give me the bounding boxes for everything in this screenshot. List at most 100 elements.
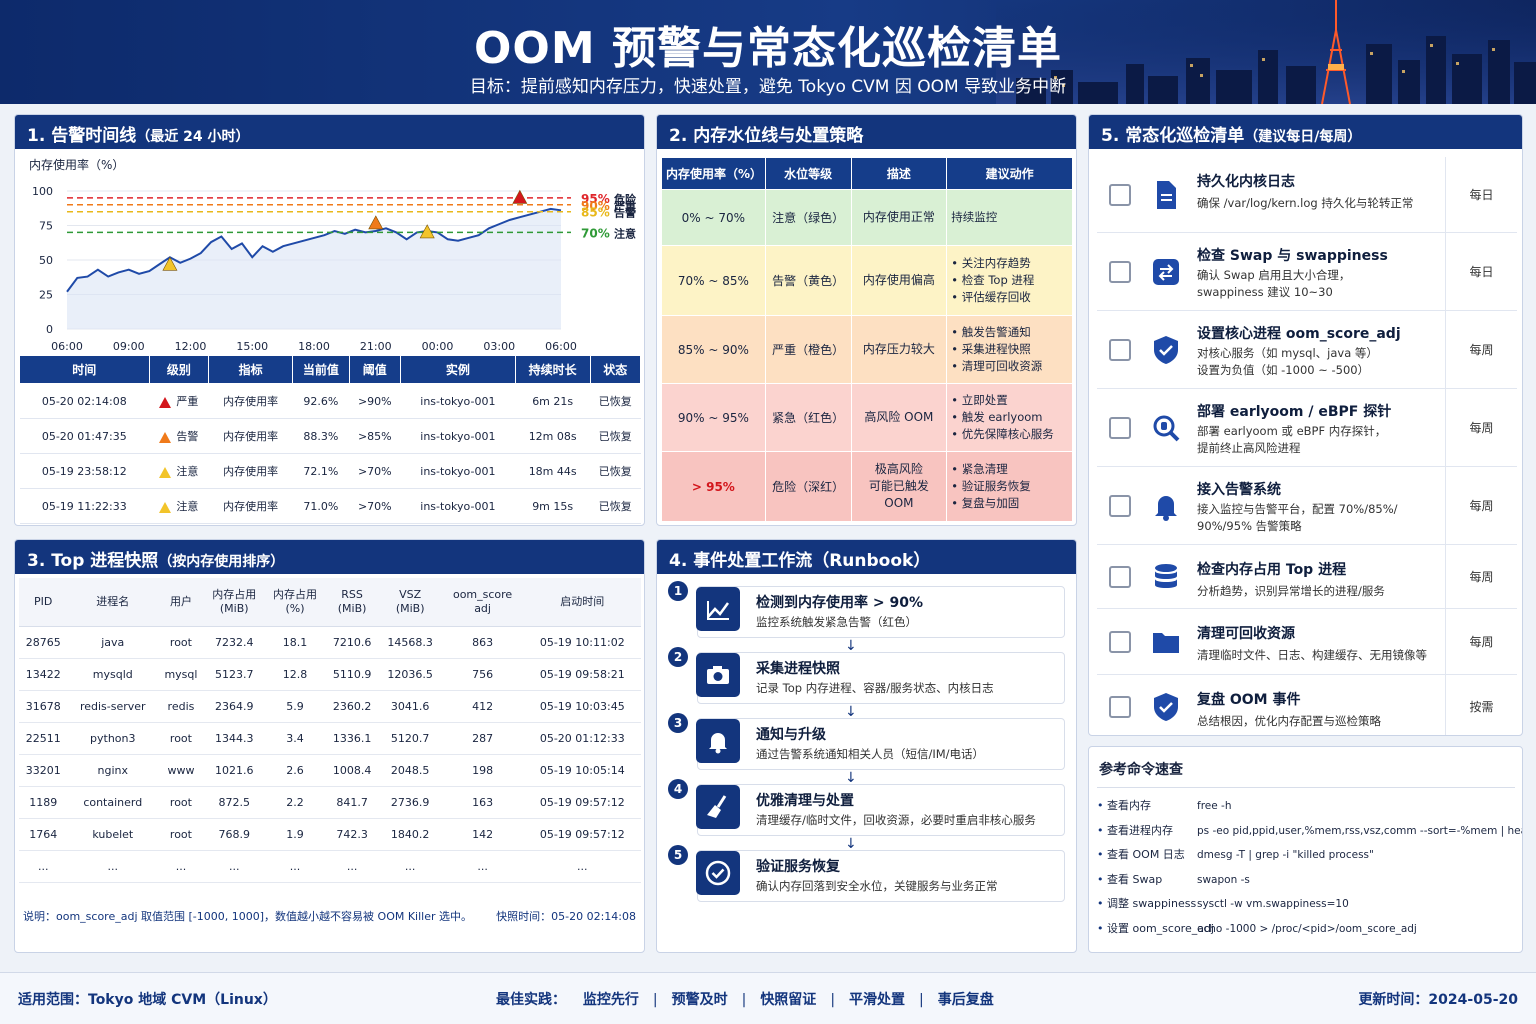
column-header: 状态 [589, 355, 642, 384]
process-cell: 1189 [19, 786, 68, 819]
threshold-level: 告警 [614, 206, 636, 220]
process-cell: 22511 [19, 722, 68, 755]
checkbox[interactable] [1109, 339, 1131, 361]
alert-level: 告警 [149, 418, 209, 454]
process-cell: 872.5 [203, 786, 265, 819]
description-line: 高风险 OOM [864, 410, 934, 424]
checkbox[interactable] [1109, 696, 1131, 718]
process-cell: 841.7 [325, 786, 379, 819]
alert-value: 88.3% [292, 418, 350, 454]
process-cell: 2.2 [264, 786, 326, 819]
checklist-item: 部署 earlyoom / eBPF 探针 部署 earlyoom 或 eBPF … [1097, 389, 1517, 467]
process-cell: 28765 [19, 626, 68, 659]
process-cell: 142 [441, 818, 524, 851]
description-line: 内存使用正常 [862, 210, 935, 224]
level-description: 内存压力较大 [850, 315, 948, 384]
process-cell: 7210.6 [325, 626, 379, 659]
column-header: RSS (MiB) [325, 578, 379, 627]
command-text[interactable]: echo -1000 > /proc/<pid>/oom_score_adj [1197, 923, 1417, 935]
process-cell: 14568.3 [378, 626, 442, 659]
table-row: ........................... [19, 850, 641, 883]
oom-score-note: 说明：oom_score_adj 取值范围 [-1000, 1000]，数值越小… [23, 910, 473, 923]
panel-header: 2. 内存水位线与处置策略 [657, 115, 1076, 149]
process-cell: 1344.3 [203, 722, 265, 755]
column-header-line: 内存占用 [212, 587, 257, 601]
checkbox[interactable] [1109, 184, 1131, 206]
warning-triangle-icon [159, 396, 172, 408]
separator: | [652, 992, 658, 1008]
description-line: 内存压力较大 [862, 342, 935, 356]
alert-time: 05-20 02:14:08 [19, 383, 150, 419]
scope-text: 适用范围：Tokyo 地域 CVM（Linux） [18, 992, 277, 1008]
checkbox[interactable] [1109, 495, 1131, 517]
alert-status: 已恢复 [590, 383, 641, 419]
alert-level: 严重 [149, 383, 209, 419]
description-line: 部署 earlyoom 或 eBPF 内存探针， [1197, 424, 1387, 438]
alert-instance: ins-tokyo-001 [400, 383, 516, 419]
level-description: 内存使用正常 [850, 189, 948, 246]
command-text[interactable]: swapon -s [1197, 874, 1250, 886]
watermark-table: 内存使用率（%） 水位等级 描述 建议动作 0% ~ 70% 注意（绿色） 内存使用正常 持… [661, 157, 1073, 522]
process-cell: ... [441, 850, 524, 883]
checkbox[interactable] [1109, 261, 1131, 283]
process-cell: root [158, 786, 204, 819]
command-label: 查看 Swap [1097, 871, 1197, 887]
best-practice-item: 平滑处置 [849, 992, 906, 1008]
separator: | [830, 992, 836, 1008]
x-tick-label: 18:00 [298, 340, 330, 353]
column-header: 时间 [19, 355, 150, 384]
command-text[interactable]: dmesg -T | grep -i "killed process" [1197, 849, 1374, 861]
alert-level-label: 注意 [176, 500, 199, 513]
process-cell: python3 [67, 722, 159, 755]
probe-icon [1149, 411, 1183, 445]
column-header-line: PID [34, 594, 53, 608]
water-level: 紧急（红色） [764, 383, 852, 452]
suggested-actions: 立即处置触发 earlyoom优先保障核心服务 [946, 383, 1073, 452]
process-cell: java [67, 626, 159, 659]
checkbox[interactable] [1109, 631, 1131, 653]
table-row: 1764 kubelet root 768.9 1.9 742.3 1840.2 142 05-… [19, 818, 641, 851]
folder-icon [1149, 625, 1183, 659]
alert-metric: 内存使用率 [208, 453, 293, 489]
process-cell: 5120.7 [378, 722, 442, 755]
process-cell: ... [264, 850, 326, 883]
panel-header: 5. 常态化巡检清单（建议每日/每周） [1089, 115, 1522, 149]
description-line: swappiness 建议 10~30 [1197, 285, 1333, 299]
alert-instance: ins-tokyo-001 [400, 488, 516, 524]
panel-title-note: （按内存使用排序） [158, 554, 285, 570]
table-row: 13422 mysqld mysql 5123.7 12.8 5110.9 12036.5 7… [19, 658, 641, 691]
inspection-checklist-panel: 5. 常态化巡检清单（建议每日/每周） 持久化内核日志 确保 /var/log/k… [1088, 114, 1523, 736]
page-footer: 适用范围：Tokyo 地域 CVM（Linux） 最佳实践： 监控先行 | 预警及时… [0, 972, 1536, 1024]
column-header-line: VSZ [399, 587, 422, 601]
x-tick-label: 21:00 [360, 340, 392, 353]
checkbox[interactable] [1109, 566, 1131, 588]
best-practices: 最佳实践： 监控先行 | 预警及时 | 快照留证 | 平滑处置 | 事后复盘 [496, 989, 994, 1009]
alert-level-label: 注意 [176, 465, 199, 478]
step-description: 清理缓存/临时文件，回收资源，必要时重启非核心服务 [756, 813, 1036, 827]
level-description: 内存使用偏高 [850, 245, 948, 316]
process-cell: 5123.7 [203, 658, 265, 691]
panel-title: 3. Top 进程快照 [27, 551, 159, 571]
action-item: 紧急清理 [951, 461, 1068, 478]
step-title: 通知与升级 [756, 727, 826, 743]
action-item: 检查 Top 进程 [951, 272, 1068, 289]
column-header: 启动时间 [523, 578, 641, 627]
watermark-row: 70% ~ 85%告警（黄色）内存使用偏高关注内存趋势检查 Top 进程评估缓存… [661, 245, 1073, 316]
command-text[interactable]: free -h [1197, 800, 1231, 812]
command-text[interactable]: sysctl -w vm.swappiness=10 [1197, 898, 1349, 910]
column-header: VSZ (MiB) [378, 578, 442, 627]
watermark-row: 90% ~ 95%紧急（红色） 高风险 OOM 立即处置触发 earlyoom优先保… [661, 383, 1073, 452]
x-tick-label: 06:00 [545, 340, 577, 353]
item-title: 复盘 OOM 事件 [1197, 692, 1301, 708]
x-tick-label: 06:00 [51, 340, 83, 353]
alert-marker [368, 215, 384, 230]
checkbox[interactable] [1109, 417, 1131, 439]
column-header-line: oom_score [452, 587, 513, 601]
command-text[interactable]: ps -eo pid,ppid,user,%mem,rss,vsz,comm -… [1197, 825, 1522, 837]
action-item: 验证服务恢复 [951, 478, 1068, 495]
step-title: 优雅清理与处置 [756, 793, 854, 809]
warning-triangle-icon [159, 466, 172, 478]
column-header: 持续时长 [514, 355, 591, 384]
watermark-strategy-panel: 2. 内存水位线与处置策略 内存使用率（%） 水位等级 描述 建议动作 0% ~ 70… [656, 114, 1077, 526]
process-cell: kubelet [67, 818, 159, 851]
